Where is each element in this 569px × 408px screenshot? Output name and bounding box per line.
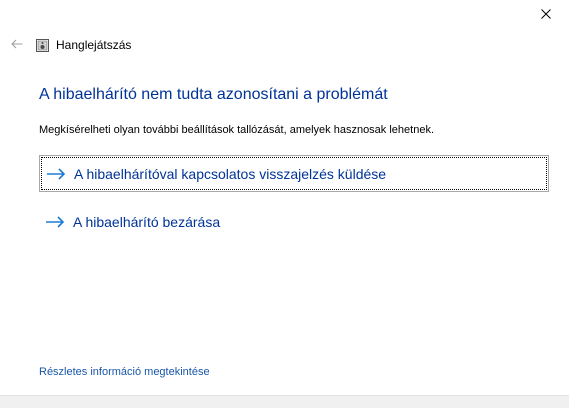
arrow-right-icon xyxy=(46,167,68,181)
close-icon xyxy=(541,6,551,24)
footer-bar xyxy=(0,395,569,408)
window-title: Hanglejátszás xyxy=(56,38,132,52)
view-details-link[interactable]: Részletes információ megtekintése xyxy=(39,366,210,378)
audio-device-icon xyxy=(36,38,50,52)
arrow-right-icon xyxy=(45,215,67,229)
back-arrow-icon xyxy=(11,36,23,54)
description-text: Megkísérelheti olyan további beállítások… xyxy=(39,124,435,136)
close-troubleshooter-link[interactable]: A hibaelhárító bezárása xyxy=(39,203,549,240)
title-bar: Hanglejátszás xyxy=(0,30,569,60)
back-button[interactable] xyxy=(2,30,32,60)
send-feedback-link[interactable]: A hibaelhárítóval kapcsolatos visszajelz… xyxy=(39,155,549,192)
send-feedback-label: A hibaelhárítóval kapcsolatos visszajelz… xyxy=(74,165,387,182)
page-heading: A hibaelhárító nem tudta azonosítani a p… xyxy=(39,86,388,103)
close-button[interactable] xyxy=(523,0,569,30)
close-troubleshooter-label: A hibaelhárító bezárása xyxy=(73,213,221,230)
